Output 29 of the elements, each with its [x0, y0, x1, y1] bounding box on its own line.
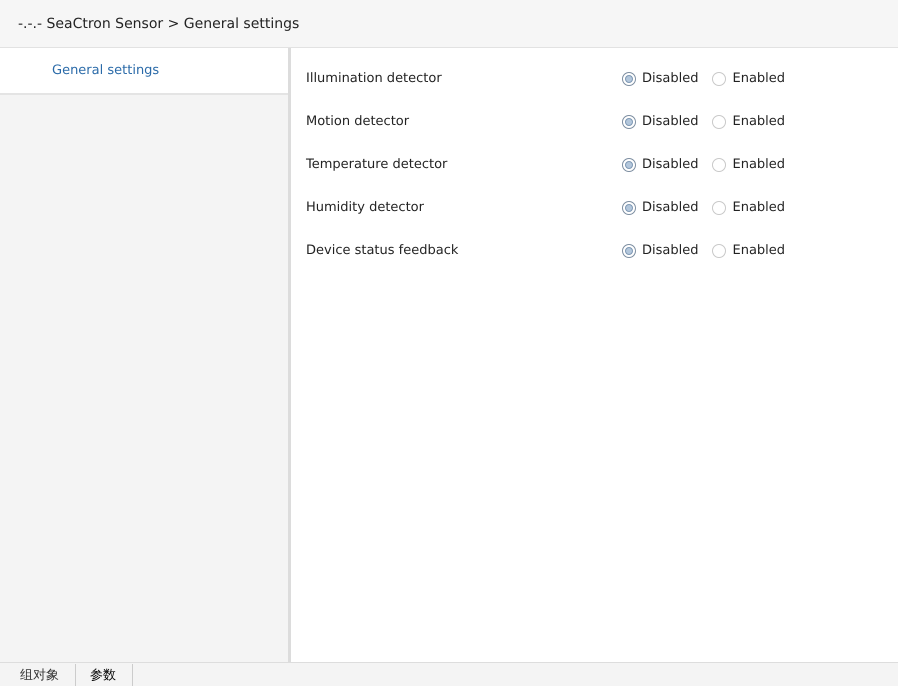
radio-label[interactable]: Disabled — [642, 243, 698, 258]
radio-label[interactable]: Disabled — [642, 157, 698, 172]
radio-button[interactable] — [622, 244, 636, 258]
radio-button[interactable] — [712, 114, 726, 128]
radio-button[interactable] — [622, 200, 636, 214]
tab[interactable]: 组对象 — [20, 664, 76, 686]
radio-button[interactable] — [712, 72, 726, 86]
setting-label: Motion detector — [306, 114, 410, 129]
breadcrumb-title: -.-.- SeaCtron Sensor > General settings — [18, 16, 300, 32]
radio-button[interactable] — [712, 200, 726, 214]
setting-label: Temperature detector — [306, 157, 448, 172]
radio-button[interactable] — [622, 158, 636, 172]
radio-label[interactable]: Disabled — [642, 71, 698, 86]
radio-label[interactable]: Enabled — [732, 243, 786, 258]
radio-label[interactable]: Enabled — [732, 114, 786, 129]
sidebar-item[interactable]: General settings — [0, 48, 288, 95]
radio-button[interactable] — [622, 114, 636, 128]
radio-label[interactable]: Disabled — [642, 200, 698, 215]
setting-label: Humidity detector — [306, 200, 425, 215]
setting-label: Device status feedback — [306, 243, 460, 258]
radio-label[interactable]: Enabled — [732, 71, 786, 86]
radio-button[interactable] — [712, 158, 726, 172]
radio-button[interactable] — [712, 244, 726, 258]
tab[interactable]: 参数 — [90, 664, 133, 686]
setting-label: Illumination detector — [306, 71, 443, 86]
radio-label[interactable]: Enabled — [732, 200, 786, 215]
radio-label[interactable]: Disabled — [642, 114, 698, 129]
radio-label[interactable]: Enabled — [732, 157, 786, 172]
radio-button[interactable] — [622, 72, 636, 86]
